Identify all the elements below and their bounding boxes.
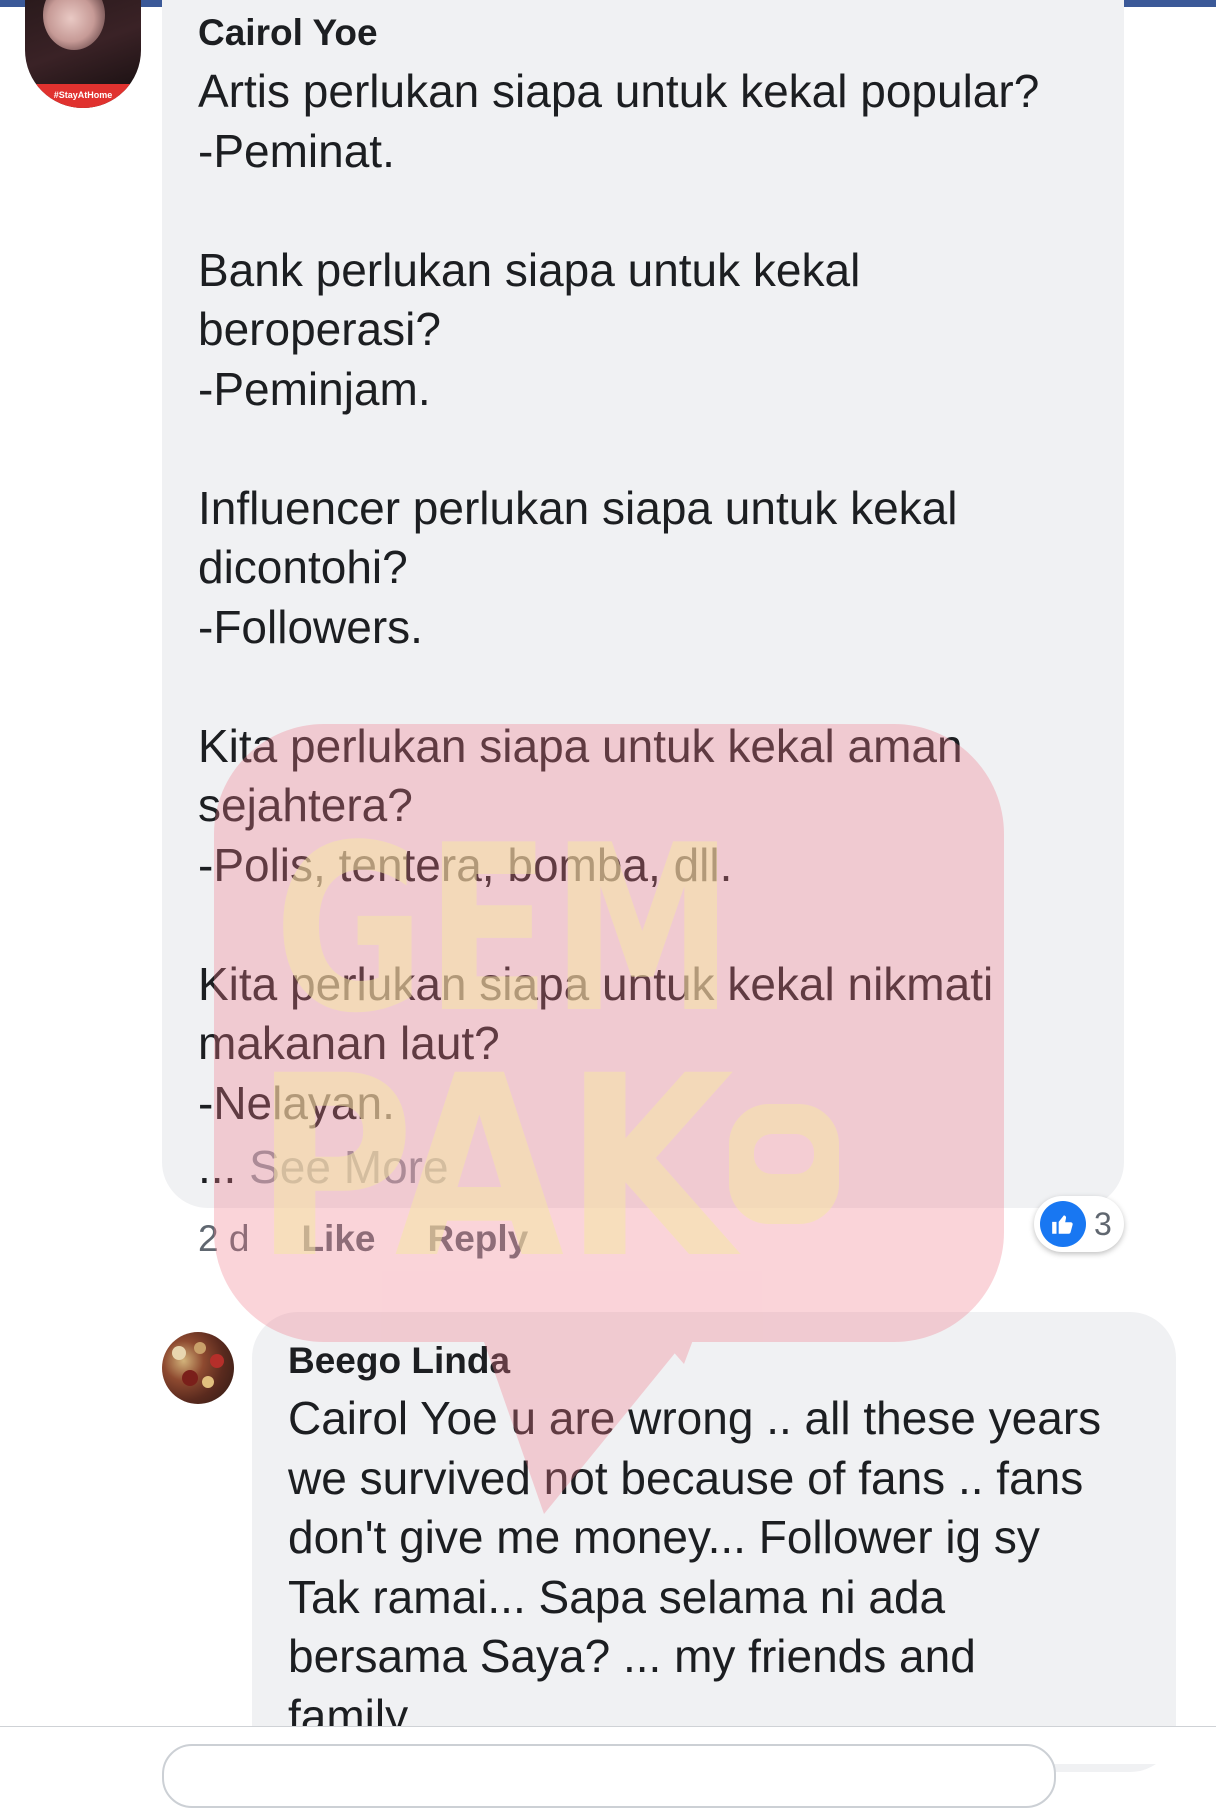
see-more-link[interactable]: See More (249, 1141, 448, 1193)
like-button[interactable]: Like (301, 1218, 375, 1260)
avatar-photo-detail (182, 1370, 198, 1386)
reply-button[interactable]: Reply (427, 1218, 528, 1260)
comment-author[interactable]: Cairol Yoe (198, 12, 378, 54)
reaction-count: 3 (1094, 1205, 1112, 1242)
comment-text: Artis perlukan siapa untuk kekal popular… (198, 65, 1040, 1129)
thumbs-up-icon (1040, 1201, 1086, 1247)
reply-avatar[interactable] (162, 1332, 234, 1404)
avatar-frame-banner: #StayAtHome (25, 84, 141, 108)
avatar-photo-detail (172, 1346, 186, 1360)
avatar-photo-detail (202, 1376, 214, 1388)
comment-actions: 2 d Like Reply (198, 1218, 528, 1260)
comment-input[interactable] (162, 1744, 1056, 1808)
reply-author[interactable]: Beego Linda (288, 1340, 510, 1382)
avatar[interactable]: #StayAtHome (25, 0, 141, 108)
avatar-photo-detail (194, 1342, 206, 1354)
comment-timestamp[interactable]: 2 d (198, 1218, 249, 1260)
avatar-photo-detail (210, 1354, 224, 1368)
ellipsis: ... (198, 1141, 237, 1193)
avatar-photo (43, 0, 105, 50)
see-more-row: ... See More (198, 1141, 449, 1193)
reaction-summary[interactable]: 3 (1034, 1196, 1124, 1252)
reply-text: Cairol Yoe u are wrong .. all these year… (288, 1392, 1102, 1742)
